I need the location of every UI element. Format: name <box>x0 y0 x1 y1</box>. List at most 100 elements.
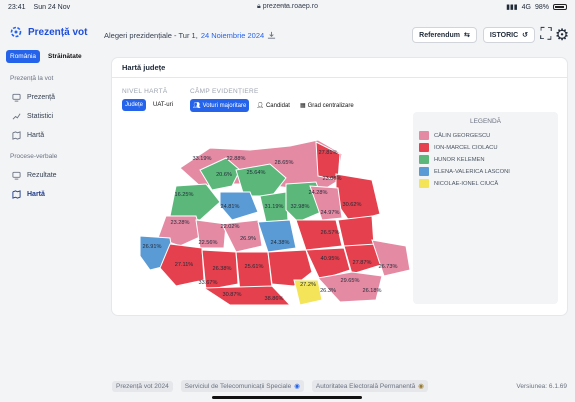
footer-authority-label: Autoritatea Electorală Permanentă <box>315 382 416 390</box>
referendum-button[interactable]: Referendum ⇆ <box>412 27 477 43</box>
map-label: 20.6% <box>216 172 232 178</box>
map-label: 38.86% <box>265 296 284 302</box>
county-region <box>317 271 383 303</box>
map-label: 23.08% <box>323 176 342 182</box>
history-label: ISTORIC <box>489 31 519 39</box>
highlight-group: CÂMP EVIDENȚIERE 👥︎ Voturi majoritare 👤︎… <box>190 88 357 112</box>
trend-icon <box>12 113 21 120</box>
sidebar-item-statistici[interactable]: Statistici <box>6 107 94 126</box>
map-label: 24.97% <box>321 210 340 216</box>
footer: Prezență vot 2024 Serviciul de Telecomun… <box>112 379 567 393</box>
map-label: 26.18% <box>363 288 382 294</box>
map-label: 27.81% <box>319 150 338 156</box>
logo-icon <box>10 26 22 38</box>
region-toggle: România Străinătate <box>6 50 94 63</box>
legend-label: ION-MARCEL CIOLACU <box>434 144 498 151</box>
card-title: Hartă județe <box>112 58 567 78</box>
highlight-centralization-label: Grad centralizare <box>307 102 354 109</box>
brand-title: Prezență vot <box>28 26 88 38</box>
sidebar-item-harta-results[interactable]: Hartă <box>6 185 94 204</box>
map-card: Hartă județe NIVEL HARTĂ Județe UAT-uri … <box>112 58 567 315</box>
url-text[interactable]: prezenta.roaep.ro <box>263 3 318 10</box>
sidebar-item-label: Prezență <box>27 94 56 101</box>
footer-presence-link[interactable]: Prezență vot 2024 <box>112 380 173 392</box>
county-region <box>257 219 297 253</box>
map-label: 22.56% <box>199 240 218 246</box>
highlight-candidate-label: Candidat <box>265 102 290 109</box>
sidebar-item-label: Hartă <box>27 132 45 139</box>
romania-county-map[interactable]: 33.19% 22.88% 28.65% 27.81% 20.6% 25.64%… <box>140 140 410 305</box>
legend-label: HUNOR KELEMEN <box>434 156 485 163</box>
gear-icon[interactable]: ⚙ <box>555 27 569 44</box>
multitask-dots-icon[interactable]: ••• <box>279 4 288 10</box>
sidebar-item-label: Statistici <box>27 113 54 120</box>
map-label: 40.95% <box>321 256 340 262</box>
monitor-icon <box>12 171 21 180</box>
map-label: 30.87% <box>223 292 242 298</box>
sidebar-item-rezultate[interactable]: Rezultate <box>6 166 94 185</box>
map-label: 24.28% <box>309 190 328 196</box>
lock-icon: 🔒︎ <box>257 3 261 10</box>
battery-icon <box>553 4 567 10</box>
sidebar: Prezență vot România Străinătate Prezenț… <box>0 14 100 402</box>
map-icon <box>12 190 21 199</box>
legend-item: HUNOR KELEMEN <box>419 155 552 164</box>
legend-item: ELENA-VALERICA LASCONI <box>419 167 552 176</box>
legend-item: ION-MARCEL CIOLACU <box>419 143 552 152</box>
legend-label: CĂLIN GEORGESCU <box>434 132 491 139</box>
level-judete-button[interactable]: Județe <box>122 99 147 111</box>
map-label: 25.64% <box>247 170 266 176</box>
map-level-group: NIVEL HARTĂ Județe UAT-uri <box>122 88 176 111</box>
legend-title: LEGENDĂ <box>469 118 502 125</box>
map-label: 28.65% <box>275 160 294 166</box>
map-label: 27.11% <box>175 262 194 268</box>
county-region <box>337 215 375 247</box>
map-label: 29.65% <box>341 278 360 284</box>
highlight-label: CÂMP EVIDENȚIERE <box>190 88 259 95</box>
map-icon <box>12 131 21 140</box>
highlight-majority-button[interactable]: 👥︎ Voturi majoritare <box>190 99 250 112</box>
legend: LEGENDĂ CĂLIN GEORGESCU ION-MARCEL CIOLA… <box>413 112 558 304</box>
history-button[interactable]: ISTORIC ↺ <box>482 27 535 43</box>
map-label: 26.9% <box>240 236 256 242</box>
sidebar-item-harta-presence[interactable]: Hartă <box>6 126 94 145</box>
map-label: 32.98% <box>291 204 310 210</box>
footer-telecom-link[interactable]: Serviciul de Telecomunicații Speciale ◉ <box>180 380 304 392</box>
map-label: 26.91% <box>143 244 162 250</box>
referendum-label: Referendum <box>419 31 460 39</box>
section-presence: Prezență la vot <box>10 75 54 82</box>
map-label: 22.88% <box>227 156 246 162</box>
brand[interactable]: Prezență vot <box>6 26 94 38</box>
highlight-candidate-button[interactable]: 👤︎ Candidat <box>253 99 293 112</box>
map-label: 26.73% <box>379 264 398 270</box>
home-indicator[interactable] <box>212 396 362 399</box>
legend-swatch <box>419 179 429 188</box>
map-label: 24.81% <box>221 204 240 210</box>
level-uat-button[interactable]: UAT-uri <box>150 99 176 111</box>
highlight-centralization-button[interactable]: ▦ Grad centralizare <box>297 99 357 112</box>
map-label: 23.28% <box>171 220 190 226</box>
election-title: Alegeri prezidențiale - Tur 1, <box>104 30 198 40</box>
map-label: 31.19% <box>265 204 284 210</box>
footer-authority-link[interactable]: Autoritatea Electorală Permanentă ◉ <box>311 380 428 392</box>
map-label: 26.57% <box>321 230 340 236</box>
segment-abroad[interactable]: Străinătate <box>44 50 86 63</box>
map-level-label: NIVEL HARTĂ <box>122 88 168 95</box>
legend-label: NICOLAE-IONEL CIUCĂ <box>434 180 499 187</box>
topbar: Alegeri prezidențiale - Tur 1, 24 Noiemb… <box>104 24 569 46</box>
highlight-majority-label: Voturi majoritare <box>202 102 247 109</box>
legend-swatch <box>419 155 429 164</box>
segment-romania[interactable]: România <box>6 50 41 63</box>
section-reports: Procese-verbale <box>10 153 58 160</box>
map-label: 16.25% <box>175 192 194 198</box>
sidebar-item-prezenta[interactable]: Prezență <box>6 88 94 107</box>
history-icon: ↺ <box>522 32 528 39</box>
legend-swatch <box>419 131 429 140</box>
fullscreen-icon[interactable]: ⛶ <box>540 26 551 43</box>
swap-icon: ⇆ <box>463 32 470 39</box>
download-icon[interactable] <box>267 31 276 40</box>
monitor-icon <box>12 93 21 102</box>
footer-telecom-label: Serviciul de Telecomunicații Speciale <box>184 382 292 390</box>
legend-label: ELENA-VALERICA LASCONI <box>434 168 510 175</box>
map-label: 30.62% <box>343 202 362 208</box>
